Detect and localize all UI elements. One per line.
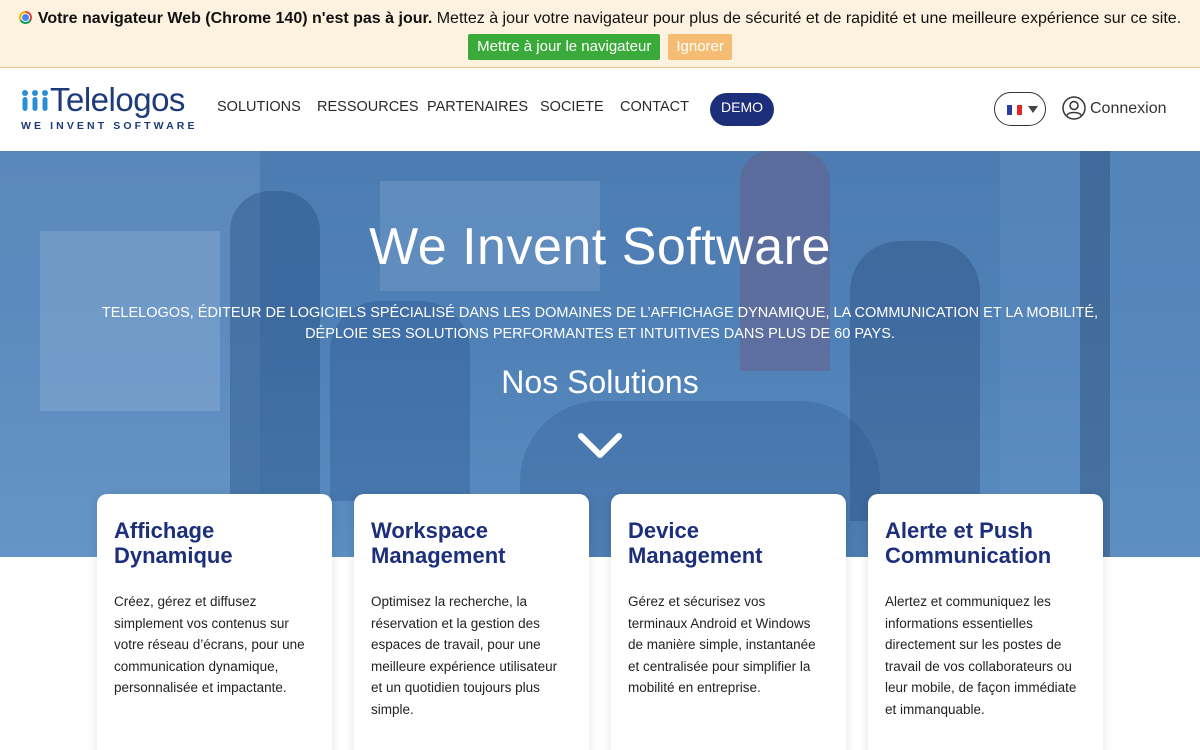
chevron-down-icon[interactable] [577,431,623,461]
caret-down-icon [1028,106,1038,113]
card-text: Optimisez la recherche, la réservation e… [371,594,558,717]
nav-contact[interactable]: CONTACT [620,99,689,115]
hero-title: We Invent Software [369,218,831,276]
nav-partenaires[interactable]: PARTENAIRES [427,99,528,115]
nav-solutions[interactable]: SOLUTIONS [217,99,301,115]
banner-text: Mettez à jour votre navigateur pour plus… [432,10,1182,27]
logo-tagline: WE INVENT SOFTWARE [21,120,198,132]
nav-ressources[interactable]: RESSOURCES [317,99,419,115]
card-text: Créez, gérez et diffusez simplement vos … [114,594,305,695]
card-title: Workspace Management [371,518,506,568]
card-title: Alerte et Push Communication [885,518,1052,568]
ignore-button[interactable]: Ignorer [668,34,732,60]
banner-message: Votre navigateur Web (Chrome 140) n'est … [0,10,1200,28]
update-browser-button[interactable]: Mettre à jour le navigateur [468,34,661,60]
browser-update-banner: Votre navigateur Web (Chrome 140) n'est … [0,0,1200,68]
site-header: Telelogos WE INVENT SOFTWARE SOLUTIONS R… [0,69,1200,151]
france-flag-icon [1007,105,1022,115]
hero-description: Telelogos, éditeur de logiciels spéciali… [101,305,1099,342]
logo-wordmark: Telelogos [50,81,185,118]
language-selector[interactable] [994,92,1046,126]
banner-buttons: Mettre à jour le navigateur Ignorer [0,34,1200,60]
telelogos-logo[interactable]: Telelogos WE INVENT SOFTWARE [20,81,194,133]
banner-bold-text: Votre navigateur Web (Chrome 140) n'est … [37,10,433,27]
card-text: Gérez et sécurisez vos terminaux Android… [628,594,816,695]
card-title: Affichage Dynamique [114,518,233,568]
chrome-icon [18,11,32,24]
nav-societe[interactable]: SOCIETE [540,99,604,115]
card-title: Device Management [628,518,763,568]
people-icon [22,90,48,111]
login-label: Connexion [1090,100,1167,117]
demo-button[interactable]: DEMO [710,93,774,126]
user-icon [1062,96,1086,120]
solution-card-alerte[interactable]: Alerte et Push Communication Alertez et … [868,494,1103,750]
card-text: Alertez et communiquez les informations … [885,594,1077,717]
solution-card-workspace[interactable]: Workspace Management Optimisez la recher… [354,494,589,750]
solution-card-device[interactable]: Device Management Gérez et sécurisez vos… [611,494,846,750]
solutions-heading: Nos Solutions [501,364,699,400]
solution-card-affichage[interactable]: Affichage Dynamique Créez, gérez et diff… [97,494,332,750]
